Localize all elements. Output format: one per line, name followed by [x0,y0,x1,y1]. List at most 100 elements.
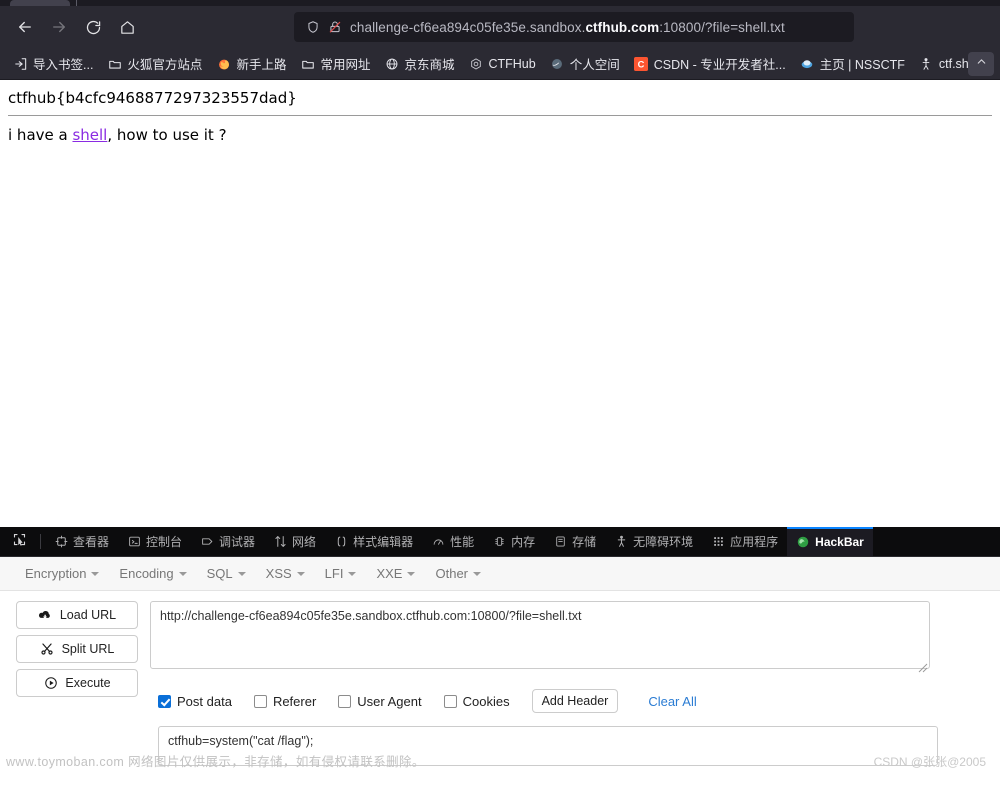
split-url-button[interactable]: Split URL [16,635,138,663]
reload-button[interactable] [76,12,110,42]
tab-accessibility[interactable]: 无障碍环境 [605,527,702,556]
hackbar-menubar: Encryption Encoding SQL XSS LFI XXE Othe… [0,557,1000,591]
tab-storage[interactable]: 存储 [544,527,605,556]
referer-checkbox[interactable] [253,694,267,708]
tab-style-editor[interactable]: 样式编辑器 [325,527,422,556]
back-button[interactable] [8,12,42,42]
reload-icon [85,19,102,36]
debugger-icon [200,535,214,549]
devtools-panel: 查看器 控制台 调试器 网络 样式编辑器 性能 内存 存储 无障碍环境 应用程序… [0,527,1000,774]
menu-sql[interactable]: SQL [198,562,255,585]
tab-label: 无障碍环境 [633,535,694,549]
memory-icon [492,535,506,549]
tab-memory[interactable]: 内存 [483,527,544,556]
tab-network[interactable]: 网络 [264,527,325,556]
storage-icon [553,535,567,549]
tab-stub[interactable] [10,0,70,6]
element-picker-button[interactable] [2,527,36,556]
hackbar-fields: Post data Referer User Agent Cookies A [150,601,984,771]
post-data-checkbox[interactable] [158,694,171,708]
chevron-overflow-icon [975,55,988,73]
chevron-down-icon [348,571,357,576]
bookmark-getting-started[interactable]: 新手上路 [209,51,293,76]
url-suffix: :10800/?file=shell.txt [659,19,785,35]
option-post-data[interactable]: Post data [158,694,232,709]
url-input[interactable] [150,601,930,669]
button-label: Execute [65,676,111,690]
url-field-wrap [150,601,930,674]
url-bar[interactable]: challenge-cf6ea894c05fe35e.sandbox.ctfhu… [294,12,854,42]
tab-hackbar[interactable]: HackBar [787,527,873,556]
tab-console[interactable]: 控制台 [118,527,191,556]
performance-icon [431,535,445,549]
bookmark-label: 个人空间 [569,58,620,72]
tab-label: 内存 [511,535,536,549]
menu-xxe[interactable]: XXE [367,562,424,585]
horizontal-rule [8,115,992,116]
menu-encoding[interactable]: Encoding [110,562,195,585]
bookmark-import[interactable]: 导入书签... [6,51,100,76]
load-url-button[interactable]: Load URL [16,601,138,629]
svg-text:C: C [638,59,645,69]
tab-label: 查看器 [73,535,110,549]
flag-output: ctfhub{b4cfc9468877297323557dad} [8,89,297,107]
tab-inspector[interactable]: 查看器 [45,527,118,556]
bookmarks-overflow-button[interactable] [968,52,994,76]
option-cookies[interactable]: Cookies [443,694,510,709]
menu-encryption[interactable]: Encryption [16,562,108,585]
shell-link[interactable]: shell [72,126,107,144]
bookmark-label: 新手上路 [236,58,287,72]
url-prefix: challenge-cf6ea894c05fe35e.sandbox. [350,19,586,35]
tab-debugger[interactable]: 调试器 [191,527,264,556]
nssctf-icon [800,56,815,71]
home-button[interactable] [110,12,144,42]
bookmark-ctfhub[interactable]: CTFHub [461,53,542,74]
option-referer[interactable]: Referer [253,694,316,709]
bookmark-common-sites[interactable]: 常用网址 [293,51,377,76]
add-header-button[interactable]: Add Header [531,689,619,713]
menu-label: Other [435,566,468,581]
tab-label: 应用程序 [730,535,779,549]
menu-label: LFI [324,566,344,581]
play-circle-icon [43,676,58,691]
page-sentence: i have a shell, how to use it ? [8,126,992,144]
chevron-down-icon [91,571,100,576]
button-label: Load URL [59,608,117,622]
bookmark-firefox-official[interactable]: 火狐官方站点 [100,51,209,76]
forward-button[interactable] [42,12,76,42]
cookies-checkbox[interactable] [443,694,457,708]
bookmark-label: 京东商城 [404,58,455,72]
tab-label: 调试器 [219,535,256,549]
menu-label: Encoding [119,566,174,581]
shield-icon[interactable] [302,20,324,34]
bookmark-nssctf[interactable]: 主页 | NSSCTF [793,51,912,76]
ctfhub-icon [468,56,483,71]
tab-application[interactable]: 应用程序 [702,527,787,556]
menu-lfi[interactable]: LFI [316,562,366,585]
clear-all-link[interactable]: Clear All [648,694,696,709]
csdn-icon: C [634,56,649,71]
option-label: Post data [177,693,232,709]
bookmark-jd[interactable]: 京东商城 [377,51,461,76]
user-agent-checkbox[interactable] [338,694,352,708]
bookmarks-bar: 导入书签... 火狐官方站点 新手上路 常用网址 京东商城 CTFHub 个人空… [0,48,1000,80]
url-text: challenge-cf6ea894c05fe35e.sandbox.ctfhu… [350,20,785,35]
browser-chrome: challenge-cf6ea894c05fe35e.sandbox.ctfhu… [0,0,1000,80]
menu-xss[interactable]: XSS [257,562,314,585]
post-data-input[interactable] [158,726,938,766]
execute-button[interactable]: Execute [16,669,138,697]
tab-label: 存储 [572,535,597,549]
application-icon [711,535,725,549]
console-icon [127,535,141,549]
navigation-bar: challenge-cf6ea894c05fe35e.sandbox.ctfhu… [0,6,1000,48]
inspector-icon [54,535,68,549]
chevron-down-icon [178,571,187,576]
style-editor-icon [334,535,348,549]
tab-performance[interactable]: 性能 [422,527,483,556]
lock-crossed-icon[interactable] [324,20,346,34]
menu-other[interactable]: Other [426,562,490,585]
bookmark-csdn[interactable]: C CSDN - 专业开发者社... [627,51,793,76]
sentence-before: i have a [8,126,73,144]
option-user-agent[interactable]: User Agent [338,694,422,709]
bookmark-personal-space[interactable]: 个人空间 [543,51,627,76]
